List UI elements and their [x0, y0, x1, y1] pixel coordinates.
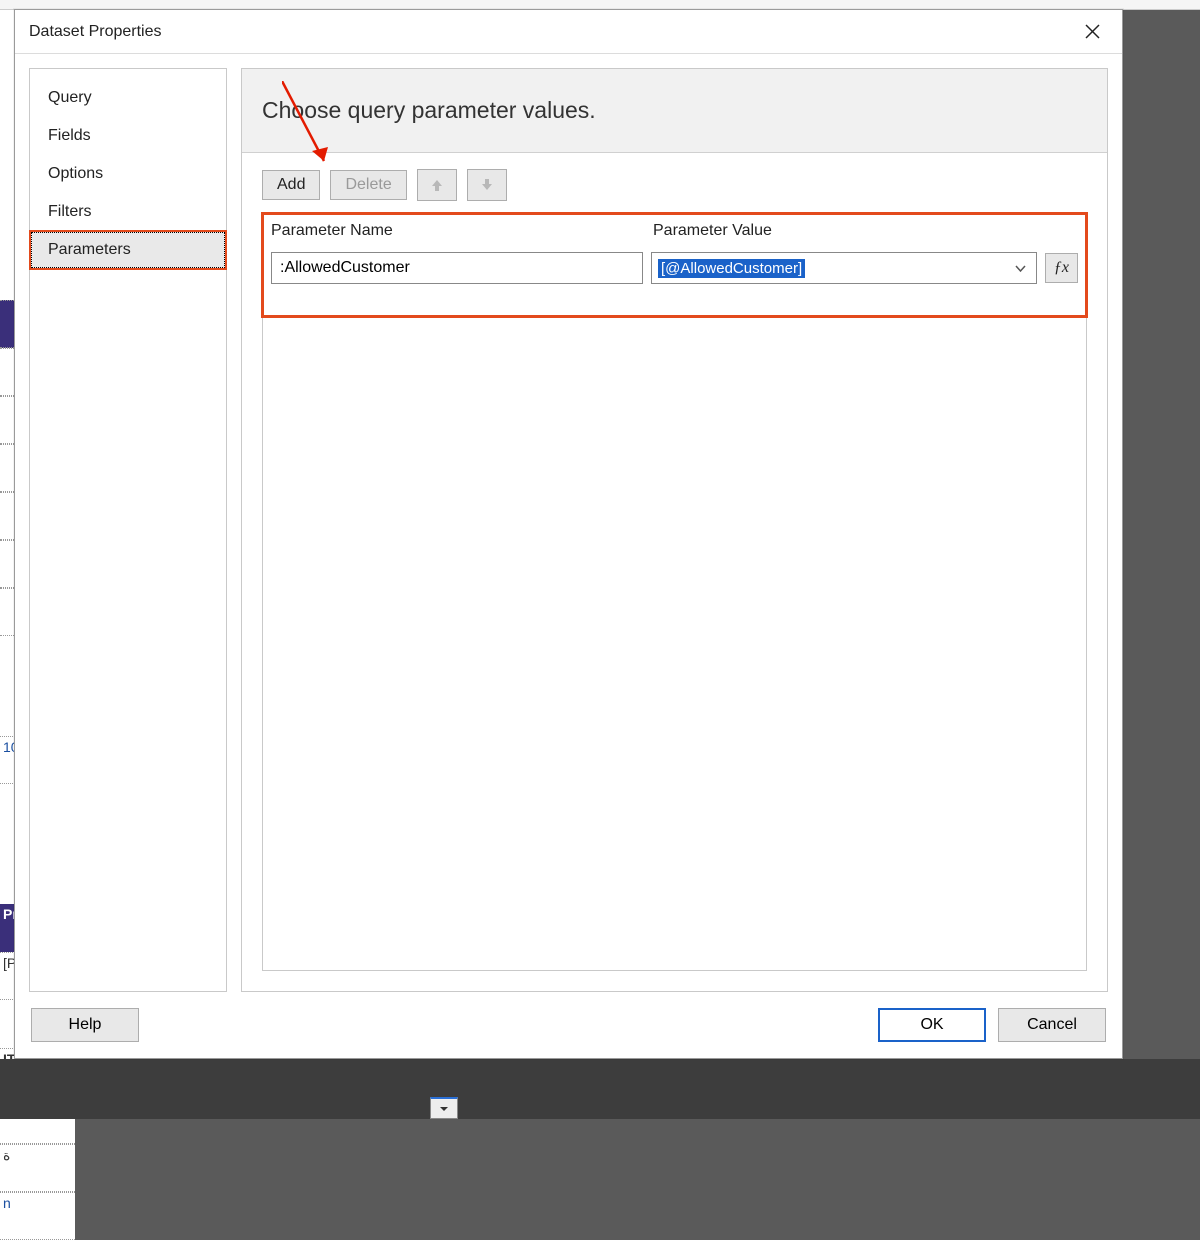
parameter-name-input[interactable]	[271, 252, 643, 284]
close-icon	[1085, 24, 1100, 39]
nav-label: Fields	[48, 127, 91, 144]
parameter-value-dropdown[interactable]: [@AllowedCustomer]	[651, 252, 1037, 284]
expression-button[interactable]: ƒx	[1045, 253, 1078, 283]
nav-panel: Query Fields Options Filters Parameters	[29, 68, 227, 992]
designer-dropdown-toggle[interactable]	[430, 1097, 458, 1119]
dialog-titlebar: Dataset Properties	[15, 10, 1122, 54]
nav-label: Parameters	[48, 241, 131, 258]
background-dark-area	[0, 1059, 1200, 1119]
ok-button[interactable]: OK	[878, 1008, 986, 1042]
dialog-footer: Help OK Cancel	[15, 998, 1122, 1058]
arrow-down-icon	[480, 178, 494, 192]
delete-button[interactable]: Delete	[330, 170, 406, 200]
close-button[interactable]	[1072, 17, 1112, 47]
main-panel: Choose query parameter values. Add Delet…	[241, 68, 1108, 992]
add-button[interactable]: Add	[262, 170, 320, 200]
help-button[interactable]: Help	[31, 1008, 139, 1042]
arrow-up-icon	[430, 178, 444, 192]
nav-label: Filters	[48, 203, 92, 220]
nav-label: Options	[48, 165, 103, 182]
nav-label: Query	[48, 89, 92, 106]
nav-item-fields[interactable]: Fields	[30, 117, 226, 155]
move-up-button[interactable]	[417, 169, 457, 201]
grid-header-row: Parameter Name Parameter Value	[263, 214, 1086, 248]
nav-item-query[interactable]: Query	[30, 79, 226, 117]
move-down-button[interactable]	[467, 169, 507, 201]
column-header-name: Parameter Name	[263, 214, 645, 248]
nav-item-parameters[interactable]: Parameters	[30, 231, 226, 269]
parameter-value-selected: [@AllowedCustomer]	[658, 259, 805, 278]
parameters-grid: Parameter Name Parameter Value [@Allowed…	[262, 213, 1087, 971]
panel-heading: Choose query parameter values.	[242, 69, 1107, 153]
cancel-button[interactable]: Cancel	[998, 1008, 1106, 1042]
nav-item-filters[interactable]: Filters	[30, 193, 226, 231]
dialog-title: Dataset Properties	[29, 23, 162, 41]
chevron-down-icon	[1012, 253, 1030, 283]
parameters-toolbar: Add Delete	[242, 153, 1107, 213]
dataset-properties-dialog: Dataset Properties Query Fields Options …	[14, 9, 1123, 1059]
parameter-row: [@AllowedCustomer] ƒx	[263, 248, 1086, 294]
column-header-value: Parameter Value	[645, 214, 1086, 248]
nav-item-options[interactable]: Options	[30, 155, 226, 193]
